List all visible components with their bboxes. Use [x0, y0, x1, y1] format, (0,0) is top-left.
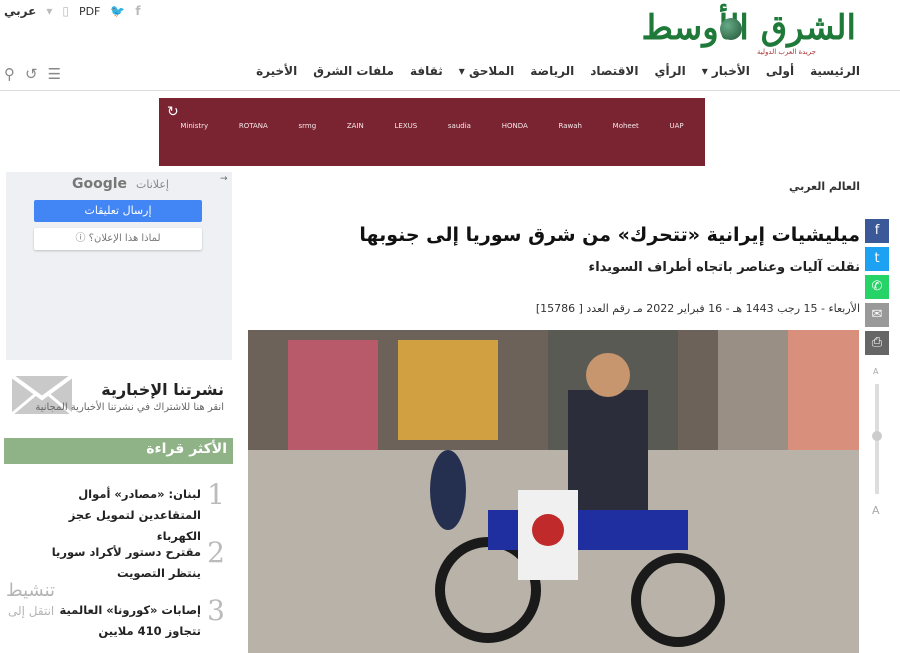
share-bar: f t ✆ ✉ ⎙: [865, 219, 889, 359]
most-read-title: الأكثر قراءة: [146, 441, 227, 457]
nav-item-economy[interactable]: الاقتصاد: [590, 64, 638, 78]
svg-text:A: A: [872, 504, 880, 516]
print-icon[interactable]: ⎙: [865, 331, 889, 355]
facebook-icon[interactable]: f: [135, 4, 140, 18]
list-item[interactable]: 3 إصابات «كورونا» العالمية تتجاوز 410 مل…: [4, 594, 233, 650]
list-item[interactable]: 1 لبنان: «مصادر» أموال المتقاعدين لتمويل…: [4, 478, 233, 543]
page-subtitle: نقلت آليات وعناصر باتجاه أطراف السويداء: [588, 260, 860, 275]
list-item-title[interactable]: مقترح دستور لأكراد سوريا ينتظر التصويت: [23, 542, 201, 584]
newsletter-title[interactable]: نشرتنا الإخبارية: [101, 380, 224, 399]
nav-item-culture[interactable]: ثقافة: [410, 64, 443, 78]
font-size-slider[interactable]: A A: [868, 366, 886, 516]
logo-wordmark: الشرق الأوسط: [641, 8, 857, 48]
banner-logo: HONDA: [501, 122, 528, 130]
pdf-link[interactable]: PDF: [79, 5, 100, 18]
pdf-icon[interactable]: ▯: [62, 4, 69, 18]
nav-tools: ⚲ ↺ ☰: [4, 65, 61, 83]
article-photo[interactable]: [248, 330, 859, 653]
article-dateline: الأربعاء - 15 رجب 1443 هـ - 16 فبراير 20…: [535, 302, 860, 315]
activation-watermark: تنشيط: [6, 580, 56, 601]
nav-item-first[interactable]: أولى: [766, 64, 794, 78]
ads-label: إعلانات: [136, 178, 169, 191]
why-this-ad-button[interactable]: ⓘ لماذا هذا الإعلان؟: [34, 228, 202, 250]
svg-text:A: A: [873, 367, 879, 376]
logo-tagline: جريدة العرب الدولية: [757, 48, 816, 56]
why-this-ad-label: لماذا هذا الإعلان؟: [88, 233, 161, 244]
search-icon[interactable]: ⚲: [4, 65, 15, 83]
menu-icon[interactable]: ☰: [48, 65, 61, 83]
banner-logo: saudia: [447, 122, 471, 130]
nav-item-supplements[interactable]: الملاحق ▾: [459, 64, 514, 78]
twitter-icon[interactable]: 🐦: [110, 4, 125, 18]
banner-logo: Ministry: [180, 122, 209, 130]
banner-logo: ZAIN: [346, 122, 364, 130]
google-brand: Google: [72, 176, 128, 192]
history-icon[interactable]: ↺: [25, 65, 38, 83]
rank-number: 3: [207, 594, 225, 627]
chevron-down-icon: ▾: [46, 4, 53, 18]
banner-logo: LEXUS: [394, 122, 418, 130]
banner-logo: Rawah: [558, 122, 582, 130]
banner-logos: Ministry ROTANA srmg ZAIN LEXUS saudia H…: [165, 122, 699, 130]
top-strip: عربي ▾ ▯ PDF 🐦 f: [4, 4, 141, 18]
banner-logo: UAP: [669, 122, 684, 130]
rank-number: 1: [207, 478, 225, 511]
whatsapp-share-icon[interactable]: ✆: [865, 275, 889, 299]
facebook-share-icon[interactable]: f: [865, 219, 889, 243]
newsletter-subtitle[interactable]: انقر هنا للاشتراك في نشرتنا الأخبارية ال…: [35, 402, 224, 413]
arrow-icon[interactable]: →: [220, 174, 228, 184]
ad-banner[interactable]: ↻ Ministry ROTANA srmg ZAIN LEXUS saudia…: [159, 98, 705, 166]
most-read-header: الأكثر قراءة: [4, 438, 233, 464]
nav-item-news[interactable]: الأخبار ▾: [702, 64, 750, 78]
send-feedback-button[interactable]: إرسال تعليقات: [34, 200, 202, 222]
globe-icon: [720, 18, 742, 40]
page-title: ميليشيات إيرانية «تتحرك» من شرق سوريا إل…: [359, 224, 860, 246]
activation-watermark-sub: انتقل إلى: [8, 604, 55, 618]
nav-item-files[interactable]: ملفات الشرق: [313, 64, 394, 78]
email-share-icon[interactable]: ✉: [865, 303, 889, 327]
site-logo[interactable]: الشرق الأوسط جريدة العرب الدولية: [600, 8, 857, 56]
google-ad-box: → Google إعلانات إرسال تعليقات ⓘ لماذا ه…: [6, 172, 232, 360]
banner-logo: srmg: [298, 122, 317, 130]
banner-logo: ROTANA: [238, 122, 268, 130]
nav-item-opinion[interactable]: الرأي: [654, 64, 685, 78]
nav-item-latest[interactable]: الأخيرة: [256, 64, 297, 78]
nav-items: الأخيرة ملفات الشرق ثقافة الملاحق ▾ الري…: [256, 64, 860, 78]
language-selector[interactable]: عربي: [4, 4, 36, 18]
main-nav: ⚲ ↺ ☰ الأخيرة ملفات الشرق ثقافة الملاحق …: [0, 62, 900, 91]
breadcrumb[interactable]: العالم العربي: [789, 180, 860, 193]
info-icon: ⓘ: [75, 233, 86, 244]
rank-number: 2: [207, 536, 225, 569]
nav-item-home[interactable]: الرئيسية: [810, 64, 860, 78]
nav-item-sports[interactable]: الرياضة: [530, 64, 574, 78]
twitter-share-icon[interactable]: t: [865, 247, 889, 271]
banner-logo: Moheet: [612, 122, 639, 130]
refresh-icon[interactable]: ↻: [167, 104, 179, 120]
